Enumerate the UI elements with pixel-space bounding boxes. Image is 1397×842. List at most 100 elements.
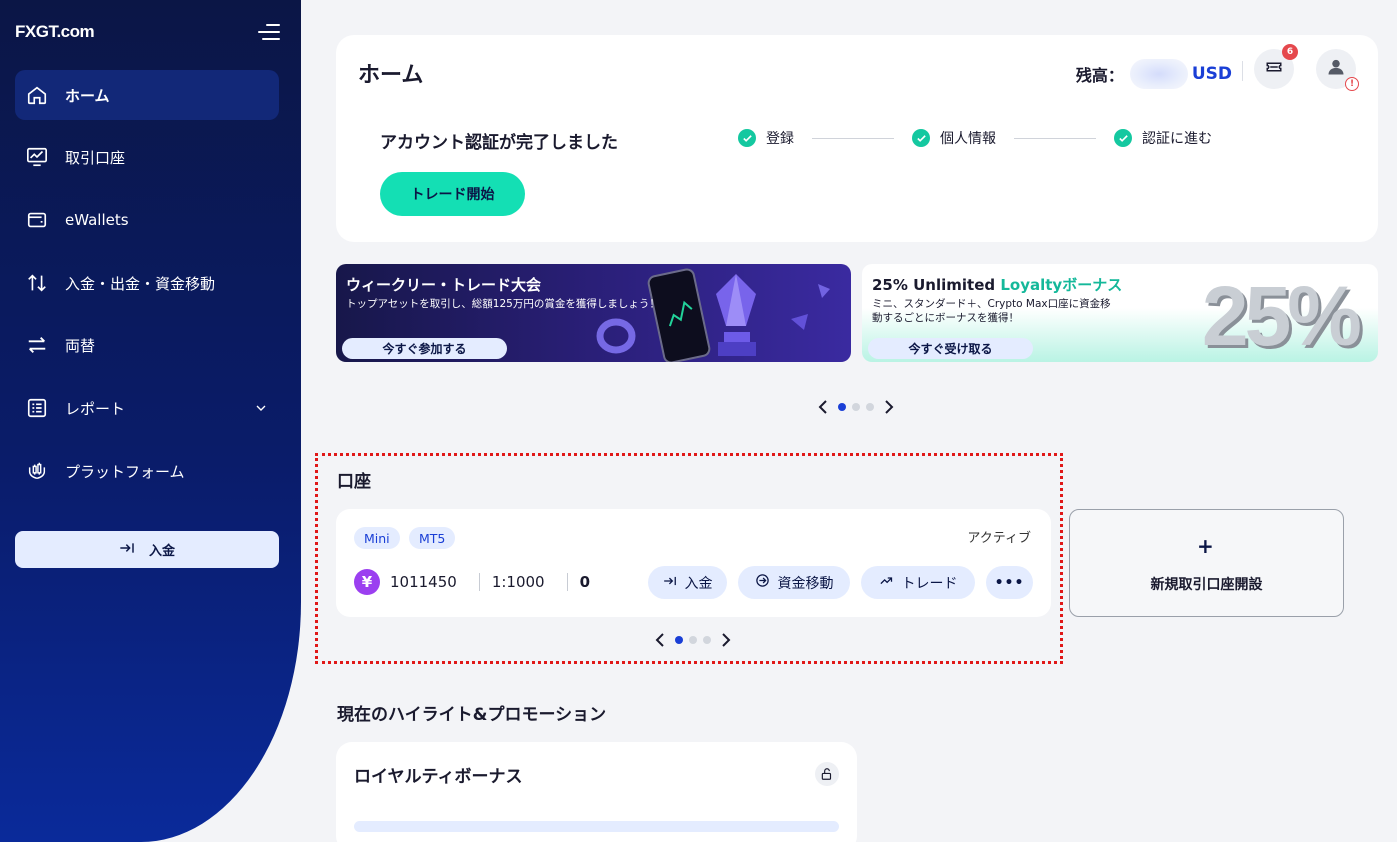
sidebar-item-platform[interactable]: プラットフォーム bbox=[15, 446, 279, 496]
join-now-button[interactable]: 今すぐ参加する bbox=[342, 338, 507, 359]
verification-title: アカウント認証が完了しました bbox=[380, 133, 618, 153]
account-status: アクティブ bbox=[967, 531, 1031, 546]
new-account-label: 新規取引口座開設 bbox=[1150, 577, 1263, 593]
balance-display: 残高： USD bbox=[1076, 59, 1232, 89]
pager-dot[interactable] bbox=[866, 403, 874, 411]
more-options-button[interactable]: ••• bbox=[986, 566, 1033, 599]
pager-dot[interactable] bbox=[852, 403, 860, 411]
verification-steps: 登録 個人情報 認証に進む bbox=[738, 128, 1212, 148]
account-balance: 0 bbox=[579, 573, 591, 591]
unlock-icon[interactable] bbox=[815, 762, 839, 786]
home-icon bbox=[25, 83, 49, 107]
loyalty-bonus-card: ロイヤルティボーナス bbox=[336, 742, 857, 842]
sidebar-item-funds[interactable]: 入金・出金・資金移動 bbox=[15, 258, 279, 308]
menu-toggle-icon[interactable] bbox=[258, 22, 280, 42]
banner-loyalty-bonus[interactable]: 25% 25% Unlimited Loyaltyボーナス ミニ、スタンダード＋… bbox=[862, 264, 1378, 362]
new-account-button[interactable]: + 新規取引口座開設 bbox=[1069, 509, 1344, 617]
pager-dot[interactable] bbox=[838, 403, 846, 411]
account-type-tag: Mini bbox=[354, 527, 400, 549]
user-icon bbox=[1326, 57, 1346, 81]
pager-dot[interactable] bbox=[689, 636, 697, 644]
sidebar-deposit-button[interactable]: 入金 bbox=[15, 531, 279, 568]
divider bbox=[478, 573, 480, 591]
trophy-phone-graphic bbox=[596, 268, 830, 362]
account-pager bbox=[651, 631, 735, 649]
promo-progress-bar bbox=[354, 821, 839, 832]
trade-start-button[interactable]: トレード開始 bbox=[380, 172, 525, 216]
balance-currency: USD bbox=[1191, 64, 1232, 84]
plus-icon: + bbox=[1197, 534, 1214, 558]
transfer-arrows-icon bbox=[25, 271, 49, 295]
chevron-left-icon[interactable] bbox=[651, 631, 669, 649]
sidebar-item-exchange[interactable]: 両替 bbox=[15, 320, 279, 370]
account-leverage: 1:1000 bbox=[491, 573, 545, 591]
account-info-row: ¥ 1011450 1:1000 0 bbox=[354, 569, 590, 595]
chart-monitor-icon bbox=[25, 145, 49, 169]
account-trade-button[interactable]: トレード bbox=[861, 566, 975, 599]
check-icon bbox=[738, 129, 756, 147]
wallet-icon bbox=[25, 208, 49, 232]
check-icon bbox=[912, 129, 930, 147]
fxgt-logo[interactable]: FXGT.com bbox=[15, 22, 95, 42]
balance-hidden-value[interactable] bbox=[1129, 59, 1188, 89]
sidebar-item-label: 取引口座 bbox=[65, 148, 126, 167]
notifications-button[interactable]: 6 bbox=[1254, 44, 1298, 89]
sidebar-item-label: ホーム bbox=[65, 86, 110, 105]
pager-dot[interactable] bbox=[675, 636, 683, 644]
account-transfer-button[interactable]: 資金移動 bbox=[738, 566, 850, 599]
account-deposit-button[interactable]: 入金 bbox=[648, 566, 727, 599]
sidebar-item-label: レポート bbox=[65, 399, 126, 418]
sidebar-item-trading-accounts[interactable]: 取引口座 bbox=[15, 132, 279, 182]
banner-subtitle: トップアセットを取引し、総額125万円の賞金を獲得しましょう！ bbox=[346, 298, 660, 310]
accounts-section-title: 口座 bbox=[337, 472, 371, 492]
promotions-section-title: 現在のハイライト&プロモーション bbox=[337, 705, 607, 725]
sidebar-item-label: eWallets bbox=[65, 211, 129, 229]
header-divider bbox=[1242, 61, 1243, 81]
warning-icon: ! bbox=[1345, 77, 1359, 91]
page-title: ホーム bbox=[358, 63, 424, 88]
profile-button[interactable]: ! bbox=[1316, 49, 1359, 91]
deposit-arrow-icon bbox=[663, 575, 677, 591]
chevron-right-icon[interactable] bbox=[717, 631, 735, 649]
chevron-left-icon[interactable] bbox=[814, 398, 832, 416]
pager-dot[interactable] bbox=[703, 636, 711, 644]
promo-card-title: ロイヤルティボーナス bbox=[354, 767, 523, 787]
home-header-card: ホーム 残高： USD 6 ! アカウント認証が完了しました 登録 個人情報 認 bbox=[336, 35, 1378, 242]
sidebar-item-label: プラットフォーム bbox=[65, 462, 185, 481]
banner-title: ウィークリー・トレード大会 bbox=[346, 276, 542, 294]
report-list-icon bbox=[25, 396, 49, 420]
sidebar-item-home[interactable]: ホーム bbox=[15, 70, 279, 120]
account-number: 1011450 bbox=[390, 573, 457, 591]
check-icon bbox=[1114, 129, 1132, 147]
step-connector bbox=[1014, 137, 1096, 139]
banner-title: 25% Unlimited Loyaltyボーナス bbox=[872, 276, 1123, 294]
deposit-arrow-icon bbox=[119, 541, 135, 559]
chevron-down-icon[interactable] bbox=[253, 400, 269, 420]
banner-25-graphic: 25% bbox=[1201, 269, 1362, 362]
sidebar: FXGT.com ホーム 取引口座 eWallets 入金・出金・資金移動 両替 bbox=[0, 0, 301, 842]
step-verification: 認証に進む bbox=[1114, 128, 1212, 148]
platform-tag: MT5 bbox=[409, 527, 456, 549]
divider bbox=[566, 573, 568, 591]
ticket-icon bbox=[1265, 58, 1283, 80]
notification-badge: 6 bbox=[1282, 44, 1298, 60]
chevron-right-icon[interactable] bbox=[880, 398, 898, 416]
account-card: Mini MT5 アクティブ ¥ 1011450 1:1000 0 入金 資金移… bbox=[336, 509, 1051, 617]
claim-now-button[interactable]: 今すぐ受け取る bbox=[868, 338, 1033, 359]
trend-up-icon bbox=[879, 573, 894, 592]
balance-label: 残高： bbox=[1075, 66, 1124, 85]
banner-weekly-trade-contest[interactable]: ウィークリー・トレード大会 トップアセットを取引し、総額125万円の賞金を獲得し… bbox=[336, 264, 851, 362]
platform-icon bbox=[25, 459, 49, 483]
transfer-circle-icon bbox=[755, 573, 770, 592]
banner-pager bbox=[814, 398, 898, 416]
exchange-icon bbox=[25, 333, 49, 357]
banner-subtitle: ミニ、スタンダード＋、Crypto Max口座に資金移 動するごとにボーナスを獲… bbox=[872, 298, 1111, 324]
sidebar-item-label: 両替 bbox=[65, 336, 96, 355]
sidebar-item-ewallets[interactable]: eWallets bbox=[15, 195, 279, 245]
yen-currency-icon: ¥ bbox=[354, 569, 380, 595]
step-connector bbox=[812, 137, 894, 139]
sidebar-item-reports[interactable]: レポート bbox=[15, 383, 279, 433]
step-register: 登録 bbox=[738, 128, 794, 148]
step-personal-info: 個人情報 bbox=[912, 128, 996, 148]
sidebar-item-label: 入金・出金・資金移動 bbox=[65, 274, 216, 293]
